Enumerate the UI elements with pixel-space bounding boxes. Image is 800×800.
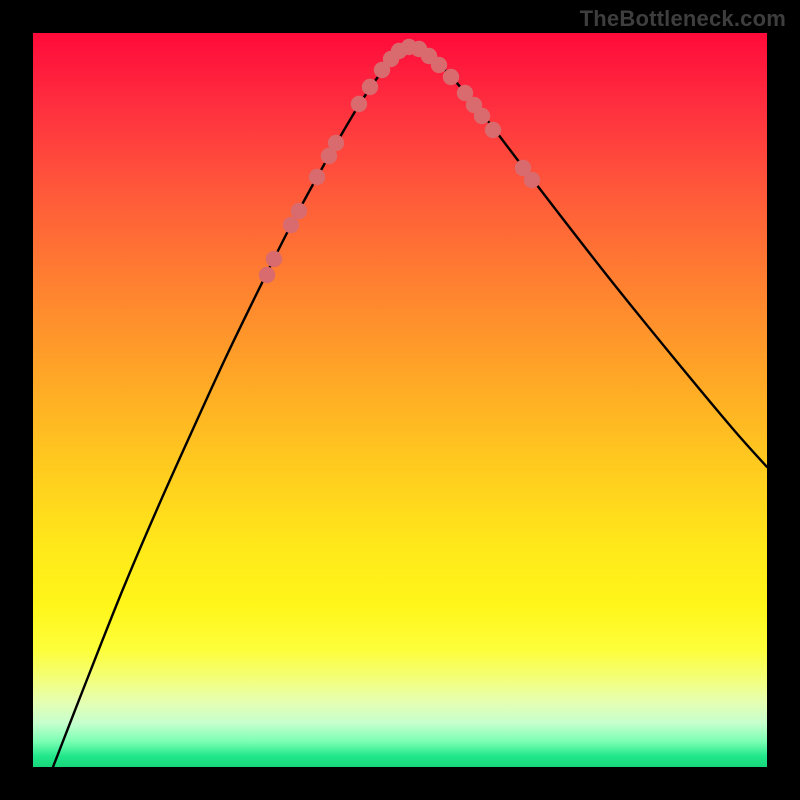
curve-marker xyxy=(328,135,344,151)
chart-frame: TheBottleneck.com xyxy=(0,0,800,800)
curve-marker xyxy=(524,172,540,188)
curve-marker xyxy=(485,122,501,138)
curve-marker xyxy=(283,217,299,233)
chart-svg xyxy=(33,33,767,767)
curve-marker xyxy=(309,169,325,185)
chart-plot-area xyxy=(33,33,767,767)
watermark-text: TheBottleneck.com xyxy=(580,6,786,32)
curve-marker xyxy=(431,57,447,73)
curve-marker xyxy=(351,96,367,112)
curve-marker xyxy=(443,69,459,85)
curve-marker xyxy=(291,203,307,219)
curve-markers xyxy=(259,39,540,283)
curve-marker xyxy=(362,79,378,95)
curve-marker xyxy=(259,267,275,283)
bottleneck-curve-line xyxy=(53,46,767,767)
curve-marker xyxy=(266,251,282,267)
curve-marker xyxy=(474,108,490,124)
